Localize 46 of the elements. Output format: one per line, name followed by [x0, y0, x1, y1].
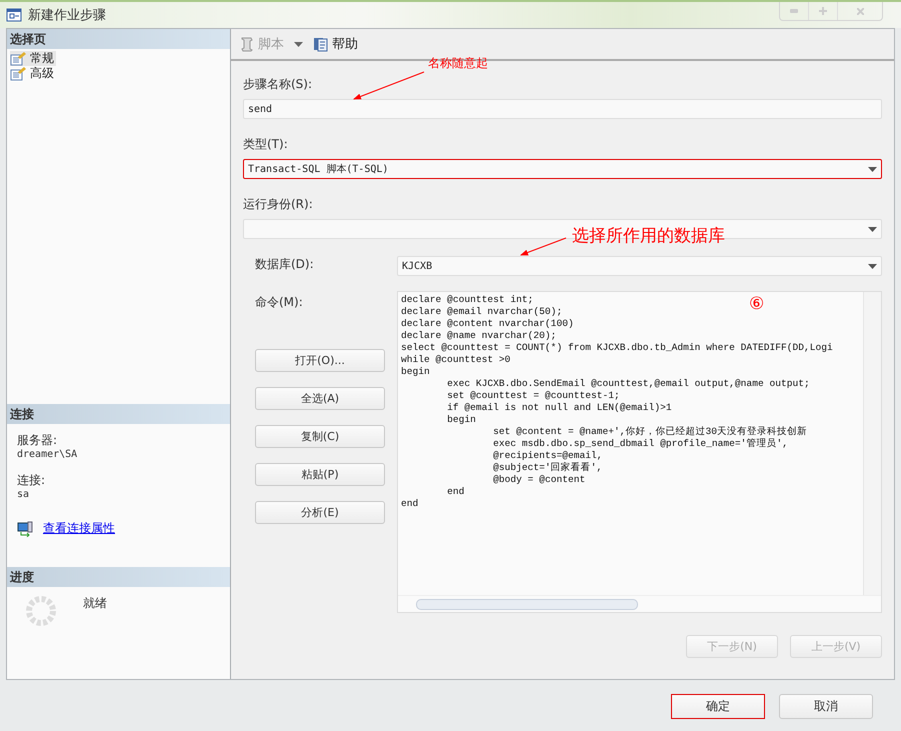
command-button[interactable]: 粘贴(P) — [255, 463, 385, 486]
field-label: 连接: — [17, 472, 46, 489]
field-label: 步骤名称(S): — [243, 76, 312, 93]
scrollbar-thumb[interactable] — [416, 598, 638, 610]
dropdown-arrow-icon[interactable] — [868, 264, 877, 268]
command-button[interactable]: 复制(C) — [255, 425, 385, 448]
progress-status: 就绪 — [83, 595, 107, 612]
field-label: 服务器: — [17, 432, 58, 449]
annotation-arrow — [520, 238, 566, 256]
connection-properties-link[interactable]: 查看连接属性 — [43, 520, 115, 537]
annotation-arrow — [353, 72, 424, 100]
section-header: 进度 — [7, 567, 230, 587]
page-item[interactable]: 常规 — [10, 51, 56, 66]
scrollbar[interactable] — [863, 292, 881, 595]
app-icon — [6, 7, 22, 23]
dialog-button[interactable]: 取消 — [779, 694, 873, 718]
dropdown-arrow-icon[interactable] — [868, 226, 877, 232]
computer-icon — [17, 520, 33, 536]
spinner-icon — [25, 595, 57, 627]
section-header: 连接 — [7, 404, 230, 424]
annotation-text: ⑥ — [749, 294, 764, 314]
field-label: 运行身份(R): — [243, 196, 313, 213]
window-title: 新建作业步骤 — [28, 7, 106, 24]
properties-icon — [10, 66, 26, 80]
field-value: sa — [17, 489, 30, 500]
dialog-button[interactable]: 确定 — [671, 694, 765, 718]
dropdown-arrow-icon[interactable] — [868, 166, 877, 172]
database-dropdown[interactable]: KJCXB — [397, 256, 882, 276]
help-icon — [313, 36, 329, 52]
command-button[interactable]: 全选(A) — [255, 387, 385, 410]
properties-icon — [10, 52, 26, 66]
annotation-text: 选择所作用的数据库 — [572, 225, 725, 247]
command-button[interactable]: 分析(E) — [255, 501, 385, 524]
page-item[interactable]: 高级 — [10, 66, 56, 81]
type-dropdown[interactable]: Transact-SQL 脚本(T-SQL) — [243, 159, 882, 179]
toolbar-button[interactable]: 帮助 — [311, 35, 360, 53]
dropdown-arrow-icon[interactable] — [294, 42, 303, 46]
section-header: 选择页 — [7, 29, 230, 49]
step-name-field[interactable]: send — [243, 99, 882, 119]
field-label: 类型(T): — [243, 136, 288, 153]
annotation-text: 名称随意起 — [428, 55, 488, 72]
command-button[interactable]: 打开(O)... — [255, 349, 385, 372]
field-value: dreamer\SA — [17, 449, 78, 460]
field-label: 命令(M): — [255, 294, 303, 311]
scroll-icon — [239, 36, 255, 52]
field-label: 数据库(D): — [255, 256, 314, 273]
